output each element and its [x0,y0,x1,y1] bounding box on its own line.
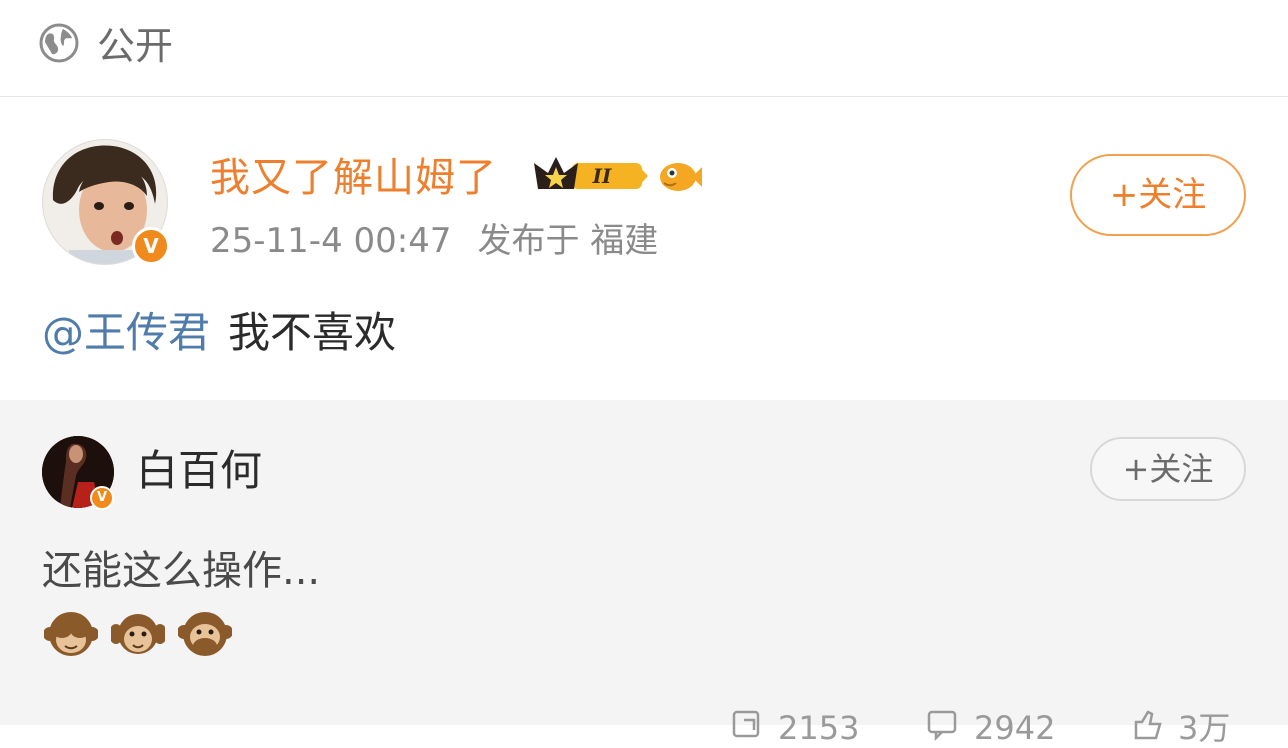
emoji-row [44,606,240,662]
level-text: II [592,164,612,188]
post-location: 发布于 福建 [477,221,659,261]
repost-card[interactable]: V 白百何 +关注 还能这么操作... [0,400,1288,725]
verified-badge-icon: V [132,227,170,265]
visibility-bar: 公开 [0,0,1288,97]
follow-button-repost[interactable]: +关注 [1090,437,1246,501]
verified-badge-icon: V [90,486,114,510]
repost-author-name[interactable]: 白百何 [136,444,262,498]
action-bar: 2153 2942 3万 [730,708,1270,748]
post-meta: 25-11-4 00:47 发布于 福建 [210,219,658,263]
share-count: 2153 [778,709,860,747]
comment-action[interactable]: 2942 [926,708,1055,748]
share-action[interactable]: 2153 [730,708,859,748]
visibility-label: 公开 [97,24,174,68]
repost-text: 还能这么操作... [42,548,321,594]
author-name[interactable]: 我又了解山姆了 [210,153,497,203]
mention-link[interactable]: @王传君 [42,308,210,357]
weibo-post: V 我又了解山姆了 II 25-11-4 00:47 发布于 福建 +关注 @王传… [0,97,1288,399]
fish-icon [660,163,702,191]
thumbs-up-icon [1134,710,1162,740]
comment-count: 2942 [974,709,1056,747]
hear-no-evil-monkey-icon [111,614,166,654]
globe-icon [39,23,79,63]
crown-level-badge-icon: II [534,157,648,189]
repost-icon [732,710,760,738]
author-avatar[interactable]: V [42,139,170,265]
speak-no-evil-monkey-icon [178,612,233,656]
see-no-evil-monkey-icon [44,612,98,656]
post-timestamp: 25-11-4 00:47 [210,221,452,261]
comment-icon [927,710,957,742]
post-content: @王传君 我不喜欢 [42,305,396,361]
post-text: 我不喜欢 [228,308,397,357]
like-count: 3万 [1178,709,1231,747]
like-action[interactable]: 3万 [1130,708,1230,748]
repost-author-avatar[interactable]: V [42,436,114,510]
follow-button[interactable]: +关注 [1070,154,1246,236]
